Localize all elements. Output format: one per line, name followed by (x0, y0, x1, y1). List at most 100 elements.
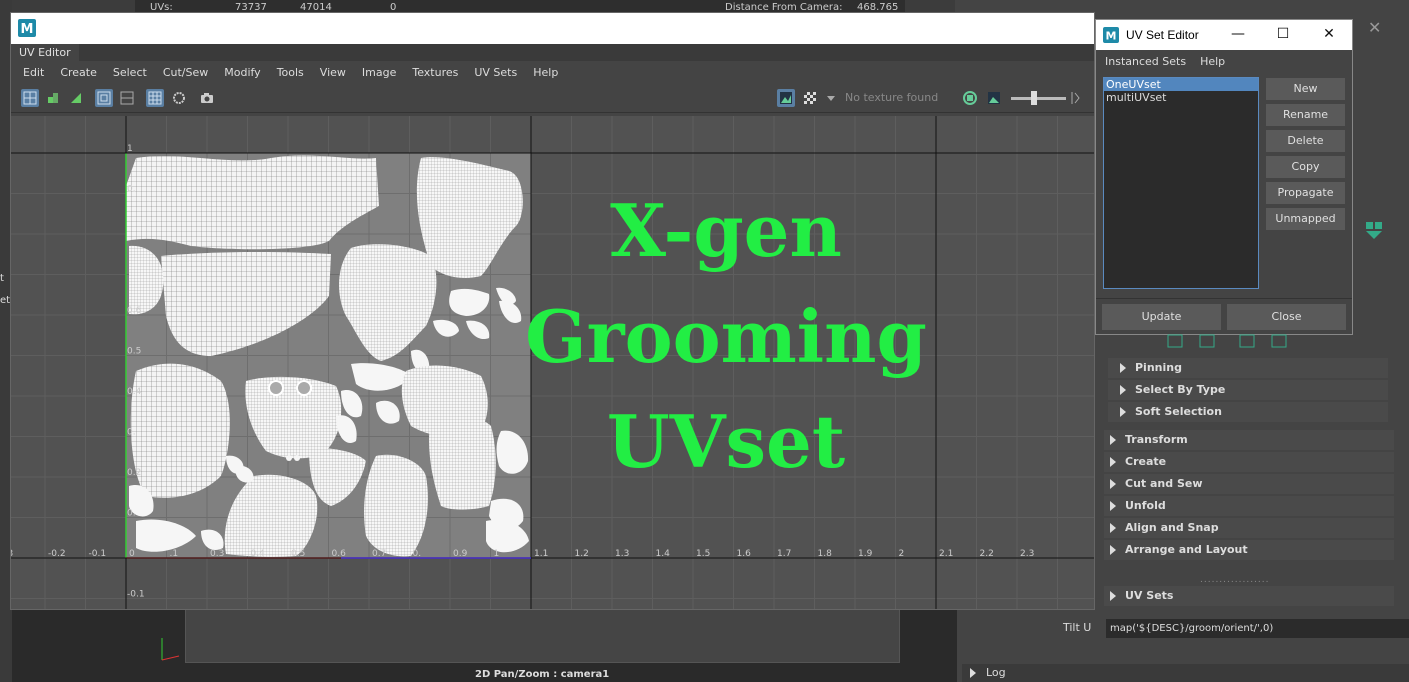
frame-icon[interactable] (95, 89, 113, 107)
divider (1096, 298, 1352, 299)
y-tick-label: 1 (127, 144, 133, 154)
list-item[interactable]: multiUVset (1104, 91, 1258, 104)
uv-shell[interactable] (429, 414, 496, 510)
section-log[interactable]: Log (962, 664, 1409, 682)
uv-set-editor-menubar: Instanced Sets Help (1096, 50, 1352, 72)
uv-shade-icon[interactable] (67, 89, 85, 107)
overlay-title-line1: X-gen (610, 188, 842, 273)
new-button[interactable]: New (1266, 78, 1345, 100)
x-tick-label: 0. (413, 549, 422, 559)
uv-editor-tab-bar: UV Editor (11, 44, 1094, 61)
uv-canvas[interactable]: 3-0.2-0.10.10.30.40.50.60.70.0.911.11.21… (11, 116, 1094, 609)
chevron-down-icon[interactable] (822, 89, 840, 107)
x-tick-label: 0 (129, 549, 135, 559)
x-tick-label: 1.8 (818, 549, 833, 559)
menu-uv-sets[interactable]: UV Sets (474, 66, 517, 79)
menu-tools[interactable]: Tools (277, 66, 304, 79)
snap-icon[interactable] (170, 89, 188, 107)
menu-help[interactable]: Help (1200, 55, 1225, 68)
x-tick-label: 1.7 (777, 549, 791, 559)
close-icon[interactable]: ✕ (1319, 26, 1339, 42)
expand-icon[interactable] (1067, 89, 1085, 107)
copy-button[interactable]: Copy (1266, 156, 1345, 178)
grid-toggle-icon[interactable] (146, 89, 164, 107)
menu-help[interactable]: Help (533, 66, 558, 79)
uv-shell-view-icon[interactable] (21, 89, 39, 107)
menu-cut-sew[interactable]: Cut/Sew (163, 66, 208, 79)
frame-all-icon[interactable] (118, 89, 136, 107)
camera-viewport[interactable] (185, 608, 900, 663)
x-tick-label: 1.3 (615, 549, 629, 559)
image-display-icon[interactable] (777, 89, 795, 107)
rename-button[interactable]: Rename (1266, 104, 1345, 126)
menu-view[interactable]: View (320, 66, 346, 79)
tilt-u-field[interactable]: map('${DESC}/groom/orient/',0) (1106, 619, 1409, 638)
checker-icon[interactable] (801, 89, 819, 107)
y-tick-label: -0.1 (127, 590, 145, 600)
y-tick-label: 0. (127, 509, 136, 519)
uv-editor-menubar: Edit Create Select Cut/Sew Modify Tools … (11, 61, 1094, 83)
y-tick-label: 0.6 (127, 306, 142, 316)
x-tick-label: 0.5 (291, 549, 305, 559)
x-tick-label: 1 (494, 549, 500, 559)
uv-set-list[interactable]: OneUVset multiUVset (1103, 77, 1259, 289)
unmapped-button[interactable]: Unmapped (1266, 208, 1345, 230)
section-align-and-snap[interactable]: Align and Snap (1104, 518, 1394, 538)
exposure-slider[interactable] (1011, 97, 1066, 100)
x-tick-label: -0.2 (48, 549, 66, 559)
menu-textures[interactable]: Textures (412, 66, 458, 79)
maya-logo-icon: M (18, 19, 36, 37)
section-soft-selection[interactable]: Soft Selection (1108, 402, 1388, 422)
section-create[interactable]: Create (1104, 452, 1394, 472)
texture-status: No texture found (845, 91, 939, 104)
section-transform[interactable]: Transform (1104, 430, 1394, 450)
texture-sync-icon[interactable] (961, 89, 979, 107)
list-item[interactable]: OneUVset (1104, 78, 1258, 91)
y-tick-label: 0. (127, 185, 136, 195)
y-tick-label: 0.2 (127, 468, 141, 478)
x-tick-label: 1.4 (656, 549, 671, 559)
propagate-button[interactable]: Propagate (1266, 182, 1345, 204)
toolkit-icon[interactable] (1364, 220, 1384, 240)
x-tick-label: 2 (899, 549, 905, 559)
menu-image[interactable]: Image (362, 66, 396, 79)
image-ratio-icon[interactable] (985, 89, 1003, 107)
uv-grid-icon[interactable] (44, 89, 62, 107)
y-tick-label: 0.5 (127, 347, 141, 357)
tab-uv-editor[interactable]: UV Editor (11, 44, 79, 61)
svg-text:M: M (21, 22, 34, 37)
uv-shell[interactable] (130, 363, 230, 498)
uv-editor-window: M UV Editor Edit Create Select Cut/Sew M… (10, 12, 1095, 610)
section-cut-and-sew[interactable]: Cut and Sew (1104, 474, 1394, 494)
toolkit-tool-icons[interactable] (1160, 333, 1300, 349)
uv-set-editor-dialog: M UV Set Editor — ☐ ✕ Instanced Sets Hel… (1095, 19, 1353, 335)
close-button[interactable]: Close (1227, 304, 1346, 330)
maximize-icon[interactable]: ☐ (1273, 26, 1293, 42)
overlay-title-line2: Grooming (525, 294, 927, 379)
uv-set-editor-titlebar[interactable]: M UV Set Editor — ☐ ✕ (1096, 20, 1352, 50)
menu-modify[interactable]: Modify (224, 66, 260, 79)
close-icon[interactable]: ✕ (1368, 18, 1381, 37)
x-tick-label: 1.6 (737, 549, 752, 559)
update-button[interactable]: Update (1102, 304, 1221, 330)
uv-editor-titlebar[interactable]: M (11, 13, 1094, 44)
x-tick-label: -0.1 (89, 549, 107, 559)
delete-button[interactable]: Delete (1266, 130, 1345, 152)
minimize-icon[interactable]: — (1228, 26, 1248, 42)
section-uv-sets[interactable]: UV Sets (1104, 586, 1394, 606)
x-tick-label: 1.5 (696, 549, 710, 559)
section-select-by-type[interactable]: Select By Type (1108, 380, 1388, 400)
menu-instanced-sets[interactable]: Instanced Sets (1105, 55, 1186, 68)
uv-shell[interactable] (364, 454, 428, 557)
x-tick-label: 0.7 (372, 549, 386, 559)
section-unfold[interactable]: Unfold (1104, 496, 1394, 516)
section-pinning[interactable]: Pinning (1108, 358, 1388, 378)
x-tick-label: 0.4 (251, 549, 266, 559)
section-arrange-and-layout[interactable]: Arrange and Layout (1104, 540, 1394, 560)
exposure-slider-handle[interactable] (1031, 91, 1037, 105)
menu-edit[interactable]: Edit (23, 66, 44, 79)
menu-create[interactable]: Create (60, 66, 97, 79)
tilt-u-label: Tilt U (1063, 621, 1092, 634)
menu-select[interactable]: Select (113, 66, 147, 79)
camera-snapshot-icon[interactable] (198, 89, 216, 107)
